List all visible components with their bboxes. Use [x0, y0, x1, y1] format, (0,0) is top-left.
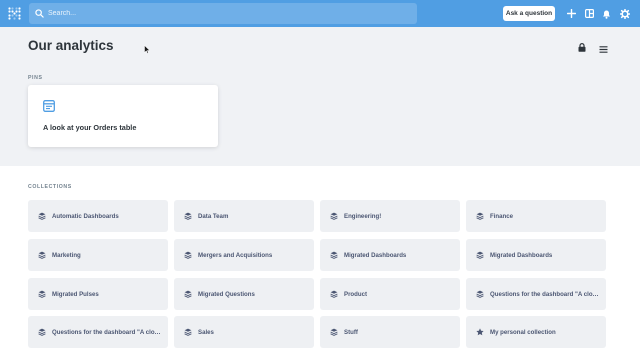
collection-label: Sales	[198, 328, 214, 336]
table-icon	[43, 99, 55, 117]
collection-label: Questions for the dashboard "A close...	[490, 290, 600, 298]
collections-label: COLLECTIONS	[28, 184, 72, 190]
collection-item[interactable]: Engineering!	[320, 200, 460, 232]
search-bar[interactable]	[29, 3, 417, 24]
collection-item[interactable]: Product	[320, 278, 460, 310]
ask-question-button[interactable]: Ask a question	[503, 6, 555, 21]
collection-label: Mergers and Acquisitions	[198, 251, 273, 259]
collection-icon	[476, 212, 484, 220]
top-nav: Ask a question	[0, 0, 640, 27]
star-icon	[476, 328, 484, 336]
collection-item[interactable]: Migrated Dashboards	[466, 239, 606, 271]
collection-label: Migrated Dashboards	[344, 251, 407, 259]
collection-label: Finance	[490, 212, 514, 220]
collection-label: Marketing	[52, 251, 81, 259]
collection-item[interactable]: Migrated Pulses	[28, 278, 168, 310]
collection-icon	[476, 290, 484, 298]
collection-label: Questions for the dashboard "A close...	[52, 328, 162, 336]
collection-icon	[476, 251, 484, 259]
collection-label: Product	[344, 290, 368, 298]
collection-item[interactable]: Migrated Questions	[174, 278, 314, 310]
collection-item[interactable]: Finance	[466, 200, 606, 232]
collection-icon	[184, 328, 192, 336]
collection-icon	[184, 212, 192, 220]
collection-icon	[330, 251, 338, 259]
plus-icon[interactable]	[566, 8, 577, 19]
pinned-item-card[interactable]: A look at your Orders table	[28, 85, 218, 147]
collection-item[interactable]: Data Team	[174, 200, 314, 232]
collection-label: My personal collection	[490, 328, 556, 336]
collection-icon	[38, 328, 46, 336]
bell-icon[interactable]	[601, 8, 612, 19]
collection-icon	[38, 290, 46, 298]
collection-icon	[330, 328, 338, 336]
collection-item[interactable]: Questions for the dashboard "A close...	[28, 316, 168, 348]
collection-label: Engineering!	[344, 212, 382, 220]
search-icon	[35, 9, 44, 18]
collection-label: Migrated Pulses	[52, 290, 99, 298]
collection-item[interactable]: Sales	[174, 316, 314, 348]
collection-item[interactable]: Marketing	[28, 239, 168, 271]
pinned-item-title: A look at your Orders table	[43, 123, 137, 132]
mouse-cursor-icon	[144, 41, 151, 59]
collection-icon	[184, 290, 192, 298]
collection-item[interactable]: Mergers and Acquisitions	[174, 239, 314, 271]
collection-label: Migrated Dashboards	[490, 251, 553, 259]
collection-icon	[38, 212, 46, 220]
collection-icon	[330, 290, 338, 298]
collection-label: Data Team	[198, 212, 229, 220]
collection-icon	[184, 251, 192, 259]
lock-icon[interactable]	[578, 39, 586, 57]
collection-label: Stuff	[344, 328, 358, 336]
collection-item[interactable]: Questions for the dashboard "A close...	[466, 278, 606, 310]
collection-label: Migrated Questions	[198, 290, 255, 298]
collection-icon	[330, 212, 338, 220]
collection-item[interactable]: My personal collection	[466, 316, 606, 348]
search-input[interactable]	[48, 10, 388, 17]
metabase-logo-icon[interactable]	[8, 7, 21, 20]
collection-icon	[38, 251, 46, 259]
page-title: Our analytics	[28, 38, 114, 53]
gear-icon[interactable]	[619, 8, 630, 19]
pins-label: PINS	[28, 75, 43, 81]
collection-item[interactable]: Stuff	[320, 316, 460, 348]
collection-item[interactable]: Migrated Dashboards	[320, 239, 460, 271]
collection-item[interactable]: Automatic Dashboards	[28, 200, 168, 232]
menu-icon[interactable]	[599, 40, 608, 58]
dashboard-icon[interactable]	[584, 8, 595, 19]
collection-label: Automatic Dashboards	[52, 212, 119, 220]
